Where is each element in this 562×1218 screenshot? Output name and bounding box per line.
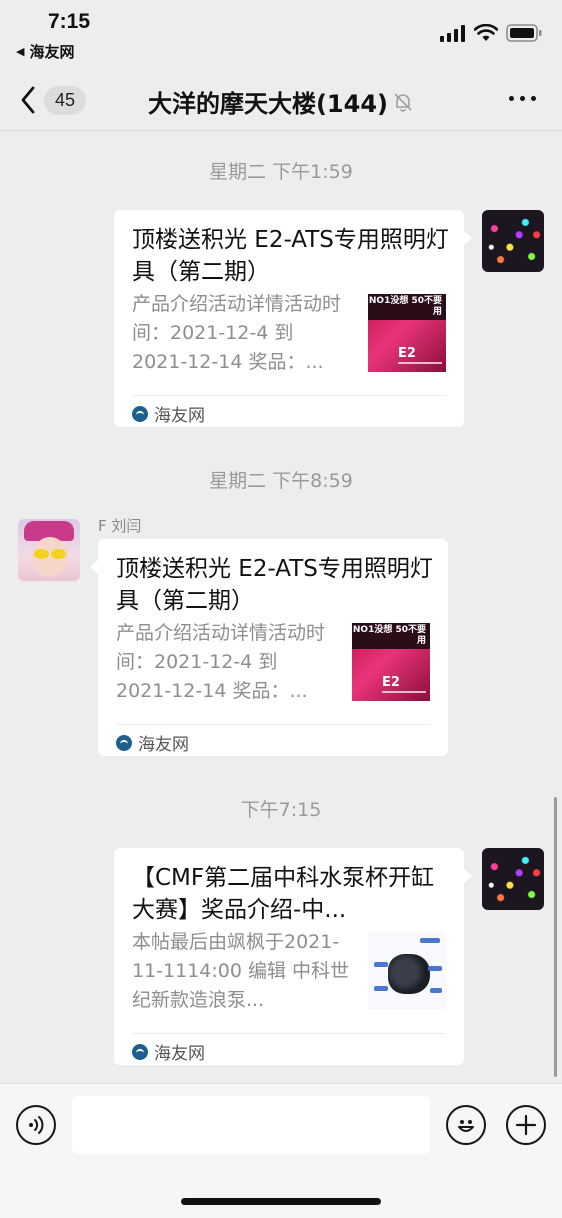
wifi-icon (474, 24, 498, 41)
thumb-brand: E2 (382, 675, 400, 690)
add-icon (515, 1114, 537, 1136)
emoji-button[interactable] (446, 1105, 486, 1145)
card-description: 本帖最后由飒枫于2021-11-1114:00 编辑 中科世纪新款造浪泵... (132, 931, 350, 1011)
system-icons (440, 24, 542, 42)
card-title: 【CMF第二届中科水泵杯开缸大赛】奖品介绍-中... (132, 865, 435, 923)
voice-icon (29, 1116, 44, 1134)
card-thumbnail: NO1没想 50不要用 E2 (352, 623, 430, 701)
bubble-tail (90, 559, 99, 575)
source-logo-icon (132, 1043, 148, 1060)
header-divider (0, 130, 562, 131)
bubble-tail (463, 230, 472, 246)
card-source-label: 海友网 (154, 1044, 205, 1064)
message-input[interactable] (72, 1096, 430, 1154)
battery-icon (506, 24, 542, 42)
home-indicator[interactable] (181, 1198, 381, 1205)
card-source-label: 海友网 (138, 735, 189, 755)
card-thumbnail (368, 932, 446, 1010)
avatar-other[interactable] (18, 519, 80, 581)
chat-header: 45 大洋的摩天大楼(144) (0, 70, 562, 130)
signal-icon (440, 24, 465, 42)
message-timestamp: 星期二 下午8:59 (209, 470, 353, 492)
card-divider (132, 395, 446, 396)
mute-bell-icon (392, 91, 414, 119)
bubble-tail (463, 868, 472, 884)
add-button[interactable] (506, 1105, 546, 1145)
message-timestamp: 星期二 下午1:59 (209, 161, 353, 183)
thumb-caption: NO1没想 50不要用 (352, 625, 426, 646)
more-icon[interactable] (509, 96, 536, 101)
scrollbar[interactable] (554, 797, 557, 1077)
back-triangle-icon: ◀ (16, 45, 25, 58)
sender-name: F 刘闫 (98, 517, 142, 535)
card-divider (132, 1033, 446, 1034)
source-logo-icon (116, 734, 132, 751)
thumb-brand: E2 (398, 346, 416, 361)
pump-image (388, 954, 430, 994)
chat-title-wrap: 大洋的摩天大楼(144) (0, 84, 562, 119)
back-app-label: 海友网 (29, 43, 75, 61)
card-description: 产品介绍活动详情活动时间：2021-12-4 到 2021-12-14 奖品：.… (116, 622, 326, 702)
card-title: 顶楼送积光 E2-ATS专用照明灯具（第二期） (116, 556, 433, 614)
link-card-message[interactable]: 顶楼送积光 E2-ATS专用照明灯具（第二期） 产品介绍活动详情活动时间：202… (114, 210, 472, 427)
card-source: 海友网 (132, 401, 205, 426)
link-card-message[interactable]: 顶楼送积光 E2-ATS专用照明灯具（第二期） 产品介绍活动详情活动时间：202… (90, 539, 448, 756)
card-thumbnail: NO1没想 50不要用 E2 (368, 294, 446, 372)
message-timestamp: 下午7:15 (240, 799, 322, 821)
emoji-icon (458, 1120, 474, 1132)
card-title: 顶楼送积光 E2-ATS专用照明灯具（第二期） (132, 227, 449, 285)
avatar-self[interactable] (482, 210, 544, 272)
thumb-caption: NO1没想 50不要用 (368, 296, 442, 317)
card-divider (116, 724, 430, 725)
card-description: 产品介绍活动详情活动时间：2021-12-4 到 2021-12-14 奖品：.… (132, 293, 342, 373)
back-to-app-link[interactable]: ◀ 海友网 (16, 41, 74, 62)
voice-button[interactable] (16, 1105, 56, 1145)
status-bar: 7:15 ◀ 海友网 (0, 0, 562, 66)
card-source: 海友网 (132, 1039, 205, 1064)
avatar-self[interactable] (482, 848, 544, 910)
source-logo-icon (132, 405, 148, 422)
link-card-message[interactable]: 【CMF第二届中科水泵杯开缸大赛】奖品介绍-中... 本帖最后由飒枫于2021-… (114, 848, 472, 1065)
status-time: 7:15 (48, 10, 91, 33)
chat-title: 大洋的摩天大楼(144) (147, 90, 389, 118)
card-source: 海友网 (116, 730, 189, 755)
card-source-label: 海友网 (154, 406, 205, 426)
